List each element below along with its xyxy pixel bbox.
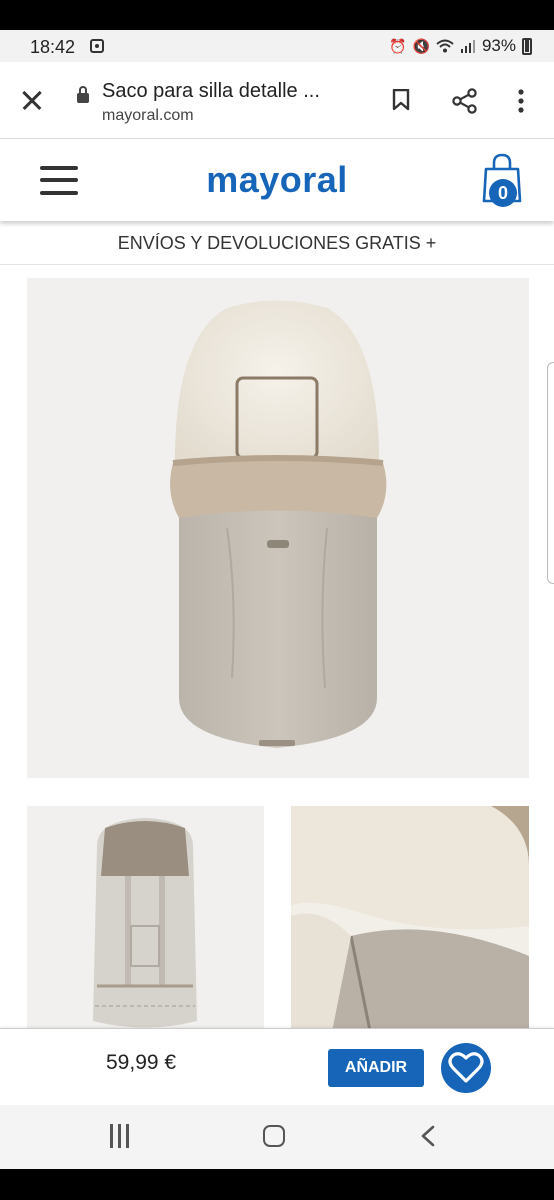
thumbnail-back-view[interactable] [27,806,264,1036]
status-indicators: ⏰ 🔇 93% [389,36,532,56]
system-navigation-bar [0,1105,554,1169]
recent-apps-icon[interactable] [109,1124,131,1148]
scroll-handle[interactable] [547,362,554,584]
bottom-bezel [0,1169,554,1200]
footmuff-back-illustration [93,818,197,1028]
thumbnail-detail-view[interactable] [291,806,529,1036]
battery-icon [522,37,532,55]
product-price: 59,99 € [106,1051,177,1074]
status-time: 18:42 [30,37,76,57]
lock-icon [77,86,89,103]
site-header: mayoral 0 [0,139,554,221]
status-bar-background [0,0,554,34]
browser-toolbar: Saco para silla detalle ... mayoral.com [0,62,554,139]
add-to-cart-button[interactable]: AÑADIR [328,1049,424,1087]
footmuff-illustration [170,300,387,748]
share-icon[interactable] [452,88,478,114]
shipping-banner[interactable]: ENVÍOS Y DEVOLUCIONES GRATIS + [0,222,554,265]
buy-bar: 59,99 € AÑADIR [0,1028,554,1105]
page-title[interactable]: Saco para silla detalle ... [102,80,320,103]
close-tab-button[interactable] [18,86,46,114]
mute-icon: 🔇 [412,37,430,54]
signal-icon [460,40,475,53]
heart-icon [448,1052,484,1083]
battery-percentage: 93% [481,36,516,55]
bookmark-icon[interactable] [392,89,410,111]
page-url[interactable]: mayoral.com [102,107,194,125]
notification-app-icon [90,39,104,53]
main-product-image[interactable] [27,278,529,778]
site-logo[interactable]: mayoral [0,159,554,201]
cart-count-badge[interactable]: 0 [489,179,517,207]
home-icon[interactable] [263,1125,285,1147]
favorite-button[interactable] [441,1043,491,1093]
footmuff-detail-illustration [291,806,529,1036]
back-icon[interactable] [420,1125,436,1147]
alarm-icon: ⏰ [389,37,407,54]
more-options-icon[interactable] [514,88,528,114]
wifi-icon [436,39,454,53]
